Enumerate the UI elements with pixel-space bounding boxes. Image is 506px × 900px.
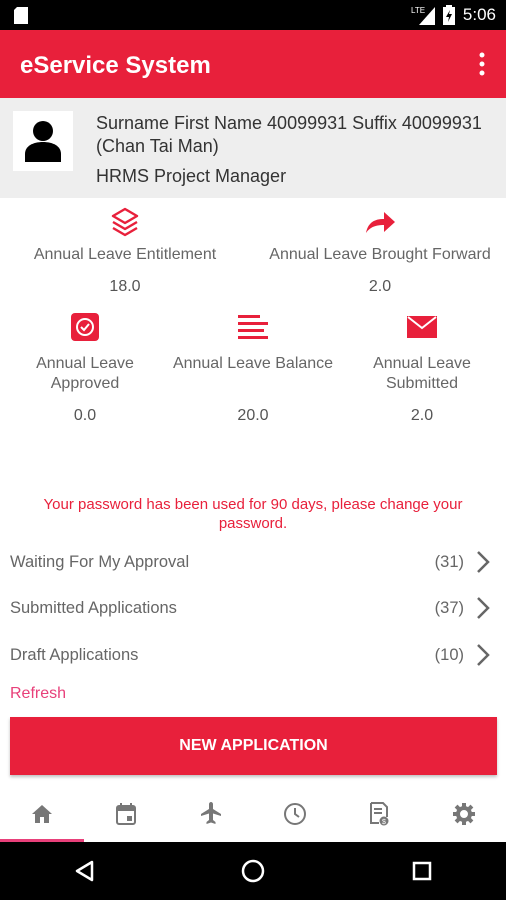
stat-balance: Annual Leave Balance 20.0: [163, 310, 343, 426]
stat-label: Annual Leave Submitted: [373, 355, 471, 392]
stat-label: Annual Leave Entitlement: [33, 246, 217, 263]
status-bar: LTE 5:06: [0, 0, 506, 30]
stat-value: 2.0: [368, 278, 392, 295]
stat-label: Annual Leave Balance: [172, 355, 334, 372]
stat-entitlement: Annual Leave Entitlement 18.0: [20, 205, 230, 297]
battery-icon: [442, 5, 455, 25]
clock-icon: [284, 803, 307, 825]
chevron-right-icon: [477, 597, 490, 619]
list-row-waiting-approval[interactable]: Waiting For My Approval (31): [10, 542, 490, 582]
stat-value: 18.0: [109, 278, 141, 295]
tab-calendar[interactable]: [84, 786, 168, 842]
tab-documents[interactable]: $: [337, 786, 421, 842]
list-row-submitted-applications[interactable]: Submitted Applications (37): [10, 588, 490, 628]
stat-value: 20.0: [237, 407, 269, 424]
app-title: eService System: [20, 52, 211, 79]
tab-home[interactable]: [0, 786, 85, 842]
stat-label: Annual Leave Approved: [36, 355, 134, 392]
chevron-right-icon: [477, 551, 490, 573]
system-navigation-bar: [0, 842, 506, 900]
svg-text:$: $: [382, 819, 386, 826]
tab-leave[interactable]: [169, 786, 253, 842]
list-row-label: Waiting For My Approval: [10, 552, 190, 571]
app-bar: eService System: [0, 30, 506, 98]
person-icon: [25, 121, 61, 162]
stat-brought-forward: Annual Leave Brought Forward 2.0: [255, 205, 505, 297]
stat-value: 2.0: [410, 407, 434, 424]
stat-submitted: Annual Leave Submitted 2.0: [347, 310, 497, 426]
list-row-label: Draft Applications: [10, 645, 139, 664]
calendar-icon: [116, 803, 137, 825]
tab-settings[interactable]: [422, 786, 506, 842]
profile-job-title: HRMS Project Manager: [96, 166, 287, 186]
more-options-icon[interactable]: [478, 52, 486, 76]
list-row-draft-applications[interactable]: Draft Applications (10): [10, 635, 490, 675]
lte-signal-icon: LTE: [411, 6, 435, 25]
airplane-icon: [200, 802, 221, 824]
bottom-navigation: $: [0, 786, 506, 842]
stat-label: Annual Leave Brought Forward: [269, 246, 491, 263]
document-icon: $: [370, 802, 389, 826]
home-button[interactable]: [223, 851, 283, 891]
sd-card-icon: [14, 7, 28, 24]
profile-name: Surname First Name 40099931 Suffix 40099…: [96, 113, 482, 156]
list-row-count: (31): [434, 552, 464, 571]
envelope-icon: [407, 316, 437, 338]
recents-button[interactable]: [392, 851, 452, 891]
refresh-link[interactable]: Refresh: [10, 685, 66, 703]
back-button[interactable]: [54, 851, 114, 891]
profile-header: Surname First Name 40099931 Suffix 40099…: [0, 98, 506, 198]
recents-square-icon: [412, 861, 431, 881]
avatar: [13, 111, 73, 171]
settings-icon: [452, 803, 475, 825]
forward-arrow-icon: [366, 212, 395, 233]
home-circle-icon: [241, 859, 265, 883]
layers-icon: [111, 207, 139, 237]
stat-value: 0.0: [73, 407, 97, 424]
list-row-label: Submitted Applications: [10, 598, 177, 617]
check-badge-icon: [71, 313, 99, 341]
list-row-count: (10): [434, 645, 464, 664]
password-warning: Your password has been used for 90 days,…: [43, 496, 463, 532]
tab-history[interactable]: [253, 786, 337, 842]
home-icon: [32, 805, 53, 823]
new-application-button[interactable]: NEW APPLICATION: [10, 717, 497, 775]
back-triangle-icon: [76, 860, 94, 882]
lines-icon: [238, 315, 268, 339]
stat-approved: Annual Leave Approved 0.0: [10, 310, 160, 426]
chevron-right-icon: [477, 644, 490, 666]
svg-text:LTE: LTE: [411, 6, 425, 15]
status-time: 5:06: [462, 5, 496, 24]
list-row-count: (37): [434, 598, 464, 617]
